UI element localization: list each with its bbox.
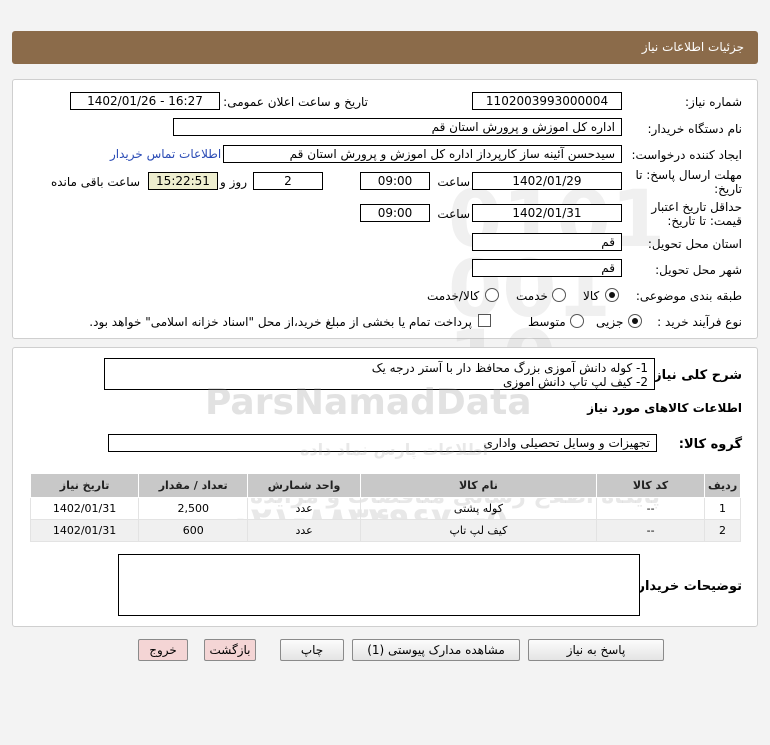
category-radio-service[interactable]: [552, 288, 566, 302]
process-radio-minor[interactable]: [628, 314, 642, 328]
cell-quantity: 2,500: [138, 497, 249, 520]
print-button[interactable]: چاپ: [280, 639, 344, 661]
col-code: کد کالا: [596, 473, 706, 498]
cell-name: کوله پشتی: [359, 497, 598, 520]
remaining-time-field: 15:22:51: [148, 172, 218, 190]
process-radio-medium[interactable]: [570, 314, 584, 328]
exit-button[interactable]: خروج: [138, 639, 188, 661]
validity-date-field: 1402/01/31: [472, 204, 622, 222]
need-summary-line1: 1- کوله دانش آموزی بزرگ محافظ دار با آست…: [371, 361, 648, 375]
deadline-label-line1: مهلت ارسال پاسخ: تا: [635, 168, 742, 182]
validity-time-field: 09:00: [360, 204, 430, 222]
col-quantity: تعداد / مقدار: [138, 473, 249, 498]
goods-table-header: ردیف کد کالا نام کالا واحد شمارش تعداد /…: [29, 473, 741, 498]
table-row: 2 -- کیف لپ تاپ عدد 600 1402/01/31: [29, 519, 741, 542]
category-option-goods: کالا: [583, 289, 600, 303]
cell-date: 1402/01/31: [29, 519, 140, 542]
creator-label: ایجاد کننده درخواست:: [631, 148, 742, 162]
treasury-payment-checkbox[interactable]: [478, 314, 491, 327]
cell-date: 1402/01/31: [29, 497, 140, 520]
buyer-notes-label: توضیحات خریدار:: [632, 579, 742, 594]
cell-unit: عدد: [247, 519, 361, 542]
validity-label-line2: قیمت: تا تاریخ:: [667, 214, 742, 228]
page-header: جزئیات اطلاعات نیاز: [12, 31, 758, 64]
need-number-label: شماره نیاز:: [685, 95, 742, 109]
buyer-notes-box: [118, 554, 640, 616]
deadline-date-field: 1402/01/29: [472, 172, 622, 190]
creator-field: سیدحسن آئینه ساز کارپرداز اداره کل اموزش…: [223, 145, 622, 163]
need-summary-line2: 2- کیف لپ تاپ دانش اموزی: [503, 375, 648, 389]
cell-row: 2: [704, 519, 741, 542]
cell-code: --: [596, 497, 706, 520]
col-row: ردیف: [704, 473, 741, 498]
category-label: طبقه بندی موضوعی:: [635, 289, 742, 303]
city-field: قم: [472, 259, 622, 277]
process-option-minor: جزیی: [596, 315, 624, 329]
days-remaining-field: 2: [253, 172, 323, 190]
category-radio-goods[interactable]: [605, 288, 619, 302]
cell-code: --: [596, 519, 706, 542]
deadline-hour-label: ساعت: [437, 175, 470, 189]
city-label: شهر محل تحویل:: [655, 263, 742, 277]
treasury-payment-note: پرداخت تمام یا بخشی از مبلغ خرید،از محل …: [89, 315, 472, 329]
goods-info-title: اطلاعات کالاهای مورد نیاز: [587, 401, 742, 415]
reply-button[interactable]: پاسخ به نیاز: [528, 639, 664, 661]
buyer-org-field: اداره کل اموزش و پرورش استان قم: [173, 118, 622, 136]
process-type-label: نوع فرآیند خرید :: [657, 315, 742, 329]
page-title: جزئیات اطلاعات نیاز: [641, 40, 744, 54]
goods-table: ردیف کد کالا نام کالا واحد شمارش تعداد /…: [29, 473, 741, 542]
col-name: نام کالا: [359, 473, 598, 498]
cell-row: 1: [704, 497, 741, 520]
province-field: قم: [472, 233, 622, 251]
deadline-label-line2: تاریخ:: [714, 182, 742, 196]
province-label: استان محل تحویل:: [647, 237, 742, 251]
cell-name: کیف لپ تاپ: [359, 519, 598, 542]
cell-unit: عدد: [247, 497, 361, 520]
deadline-time-field: 09:00: [360, 172, 430, 190]
remaining-time-label: ساعت باقی مانده: [50, 175, 140, 189]
col-unit: واحد شمارش: [247, 473, 361, 498]
table-row: 1 -- کوله پشتی عدد 2,500 1402/01/31: [29, 497, 741, 520]
need-number-field: 1102003993000004: [472, 92, 622, 110]
back-button[interactable]: بازگشت: [204, 639, 256, 661]
goods-group-label: گروه کالا:: [678, 437, 742, 452]
goods-group-field: تجهیزات و وسایل تحصیلی واداری: [108, 434, 657, 452]
announce-datetime-label: تاریخ و ساعت اعلان عمومی:: [223, 95, 368, 109]
category-option-service: خدمت: [516, 289, 548, 303]
validity-label-line1: حداقل تاریخ اعتبار: [651, 200, 742, 214]
days-label: روز و: [220, 175, 247, 189]
announce-datetime-field: 1402/01/26 - 16:27: [70, 92, 220, 110]
view-attachments-button[interactable]: مشاهده مدارک پیوستی (1): [352, 639, 520, 661]
category-radio-goods-service[interactable]: [485, 288, 499, 302]
process-option-medium: متوسط: [528, 315, 566, 329]
category-option-goods-service: کالا/خدمت: [427, 289, 480, 303]
buyer-contact-link[interactable]: اطلاعات تماس خریدار: [110, 147, 221, 161]
validity-hour-label: ساعت: [437, 207, 470, 221]
cell-quantity: 600: [138, 519, 249, 542]
col-date: تاریخ نیاز: [29, 473, 140, 498]
need-summary-box: 1- کوله دانش آموزی بزرگ محافظ دار با آست…: [104, 358, 655, 390]
need-summary-label: شرح کلی نیاز:: [648, 368, 742, 383]
buyer-org-label: نام دستگاه خریدار:: [647, 122, 743, 136]
